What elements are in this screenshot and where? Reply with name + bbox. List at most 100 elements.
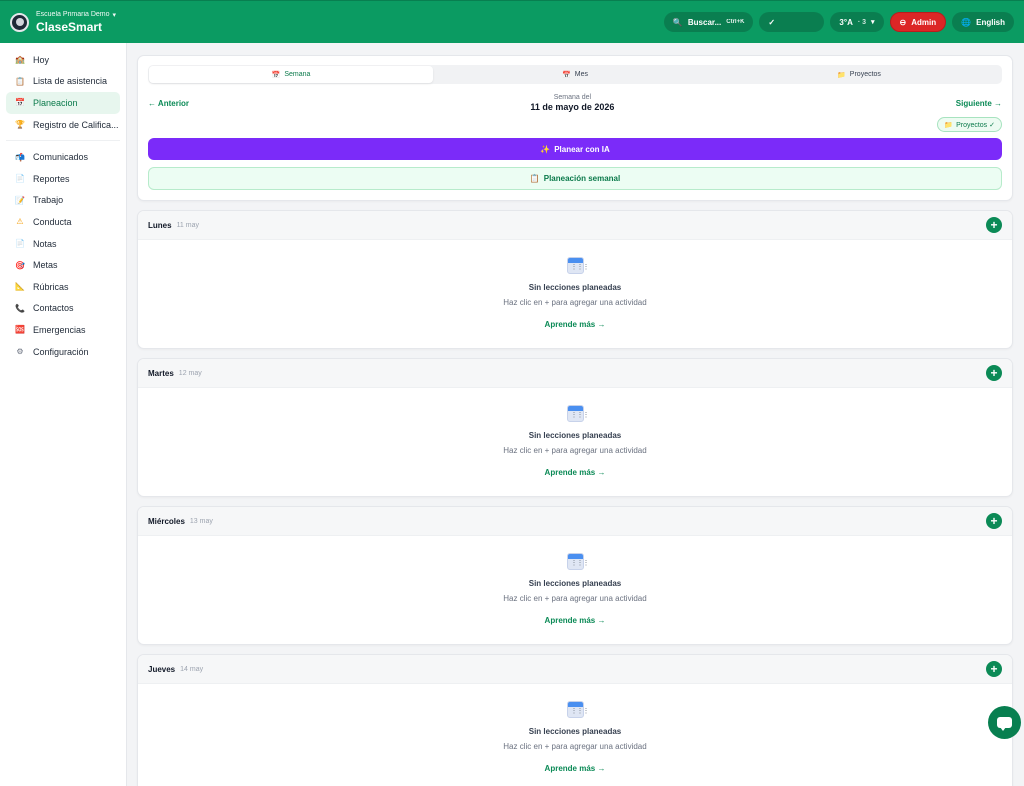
calendar-icon: 📅 [15,98,25,108]
plan-with-ai-button[interactable]: ✨ Planear con IA [148,138,1002,160]
calendar-icon [566,257,589,274]
globe-icon: 🌐 [961,17,972,27]
sidebar-item-label: Configuración [33,346,89,357]
sidebar-item-label: Comunicados [33,152,89,163]
learn-more-link[interactable]: Aprende más → [545,468,606,477]
school-avatar [10,12,29,32]
search-label: Buscar... [687,17,722,27]
note-icon: 📄 [15,239,25,249]
add-activity-button[interactable]: + [986,513,1002,529]
day-date: 11 may [176,221,199,229]
weekly-plan-button[interactable]: 📋 Planeación semanal [148,167,1002,190]
sidebar-item-configuracion[interactable]: ⚙ Configuración [6,341,120,363]
add-activity-button[interactable]: + [986,365,1002,381]
sidebar-item-conducta[interactable]: ⚠ Conducta [6,211,120,233]
warning-icon: ⚠ [16,217,24,227]
empty-state: Sin lecciones planeadas Haz clic en + pa… [138,536,1012,625]
sidebar-item-rubricas[interactable]: 📐 Rúbricas [6,276,120,298]
empty-subtitle: Haz clic en + para agregar una actividad [503,446,647,455]
next-week-link[interactable]: Siguiente → [956,99,1002,108]
chat-bubble-icon [997,717,1012,731]
calendar-icon [566,405,589,422]
trophy-icon: 🏆 [15,120,25,130]
folder-icon: 📁 [837,71,846,79]
chevron-down-icon: ▾ [871,19,875,26]
sidebar-item-notas[interactable]: 📄 Notas [6,233,120,255]
learn-more-link[interactable]: Aprende más → [545,764,606,773]
learn-more-link[interactable]: Aprende más → [545,320,606,329]
calendar-icon [566,701,589,718]
day-name: Miércoles [148,516,185,526]
sidebar-item-label: Trabajo [33,195,64,206]
day-header: Miércoles 13 may + [138,507,1012,536]
sidebar-item-comunicados[interactable]: 📬 Comunicados [6,146,120,168]
tab-label: Mes [574,71,588,78]
learn-more-link[interactable]: Aprende más → [545,616,606,625]
planner-card: 📅 Semana 📅 Mes 📁 Proyectos ← Anterior Seman… [137,55,1013,201]
sidebar-item-label: Registro de Califica... [33,119,119,130]
add-activity-button[interactable]: + [986,661,1002,677]
add-activity-button[interactable]: + [986,217,1002,233]
calendar-icon [566,553,589,570]
tab-proyectos[interactable]: 📁 Proyectos [717,66,1001,83]
admin-label: Admin [911,17,937,27]
day-header: Martes 12 may + [138,359,1012,388]
week-date: 11 de mayo de 2026 [530,102,615,112]
empty-title: Sin lecciones planeadas [528,579,622,588]
day-card-jueves: Jueves 14 may + Sin lecciones planeadas … [137,654,1013,786]
sidebar-item-label: Lista de asistencia [33,76,108,87]
week-caption: Semana del [553,94,592,101]
day-date: 13 may [189,517,213,525]
language-button[interactable]: 🌐 English [952,12,1014,32]
weekly-plan-label: Planeación semanal [543,174,621,183]
empty-state: Sin lecciones planeadas Haz clic en + pa… [138,684,1012,773]
sidebar-item-calificaciones[interactable]: 🏆 Registro de Califica... [6,114,120,136]
day-card-miercoles: Miércoles 13 may + Sin lecciones planead… [137,506,1013,645]
empty-title: Sin lecciones planeadas [528,283,622,292]
sidebar-item-metas[interactable]: 🎯 Metas [6,254,120,276]
sidebar-item-label: Hoy [33,54,50,65]
search-shortcut: Ctrl+K [726,19,745,25]
grade-count: · 3 [857,18,867,26]
admin-button[interactable]: ⊖ Admin [889,12,947,32]
mailbox-icon: 📬 [15,152,25,162]
day-date: 14 may [180,665,204,673]
folder-icon: 📁 [944,121,954,129]
top-header: Escuela Primaria Demo ▾ ClaseSmart 🔍 Bus… [0,0,1024,43]
tab-mes[interactable]: 📅 Mes [433,66,717,83]
empty-subtitle: Haz clic en + para agregar una actividad [503,594,647,603]
sidebar-item-hoy[interactable]: 🏫 Hoy [6,49,120,71]
sidebar-item-label: Planeacion [33,97,78,108]
sidebar-item-label: Metas [33,260,58,271]
day-card-lunes: Lunes 11 may + Sin lecciones planeadas H… [137,210,1013,349]
school-selector[interactable]: Escuela Primaria Demo ▾ [36,11,116,19]
clipboard-icon: 📋 [529,174,540,183]
tab-label: Semana [284,71,311,78]
brand[interactable]: Escuela Primaria Demo ▾ ClaseSmart [10,11,116,34]
tab-semana[interactable]: 📅 Semana [149,66,433,83]
sidebar-item-trabajo[interactable]: 📝 Trabajo [6,190,120,212]
grade-selector[interactable]: 3°A · 3 ▾ [830,12,884,32]
projects-badge[interactable]: 📁 Proyectos ✓ [937,117,1002,132]
previous-week-link[interactable]: ← Anterior [148,99,189,108]
sos-icon: 🆘 [15,325,25,335]
sidebar-item-label: Emergencias [33,324,86,335]
header-actions: 🔍 Buscar... Ctrl+K ✓ 3°A · 3 ▾ ⊖ Admin 🌐… [663,12,1014,32]
sidebar: 🏫 Hoy 📋 Lista de asistencia 📅 Planeacion 🏆 R… [0,43,127,786]
sidebar-item-asistencia[interactable]: 📋 Lista de asistencia [6,71,120,93]
projects-row: 📁 Proyectos ✓ [148,117,1002,132]
tab-label: Proyectos [849,71,881,78]
day-header: Lunes 11 may + [138,211,1012,240]
sidebar-item-planeacion[interactable]: 📅 Planeacion [6,92,120,114]
grade-label: 3°A [839,17,853,27]
sidebar-item-reportes[interactable]: 📄 Reportes [6,168,120,190]
sidebar-divider [6,140,120,142]
search-button[interactable]: 🔍 Buscar... Ctrl+K [663,12,754,32]
calendar-icon: 📅 [271,71,281,79]
week-navigation: ← Anterior Semana del 11 de mayo de 2026… [148,92,1002,114]
sidebar-item-emergencias[interactable]: 🆘 Emergencias [6,319,120,341]
chat-button[interactable] [988,706,1021,739]
target-icon: 🎯 [15,260,25,270]
sidebar-item-contactos[interactable]: 📞 Contactos [6,298,120,320]
status-check-button[interactable]: ✓ [759,12,825,32]
